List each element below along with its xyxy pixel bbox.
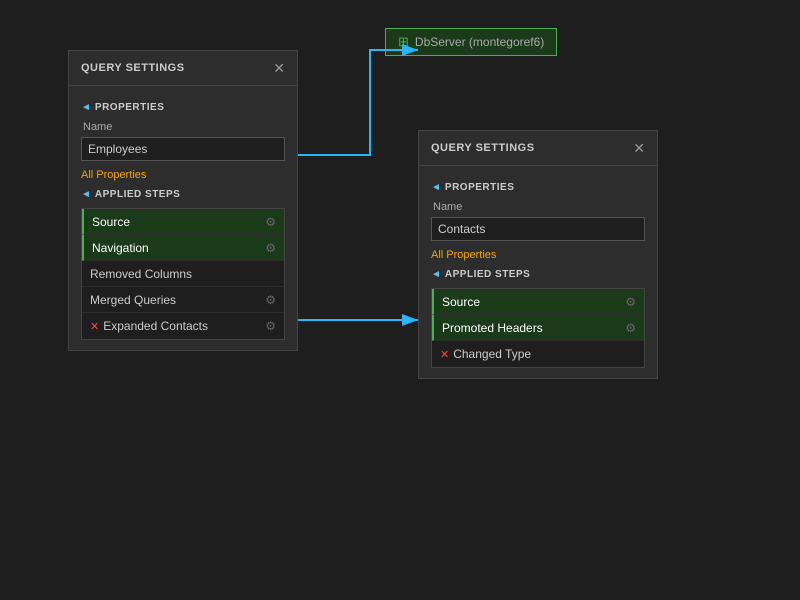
right-panel-header: QUERY SETTINGS ✕	[419, 131, 657, 166]
right-steps-section: ◄ APPLIED STEPS Source ⚙ Promoted Header…	[431, 269, 645, 368]
left-steps-triangle: ◄	[81, 189, 91, 200]
left-step-navigation-gear[interactable]: ⚙	[265, 241, 276, 255]
left-panel-header: QUERY SETTINGS ✕	[69, 51, 297, 86]
left-steps-list: Source ⚙ Navigation ⚙ Removed Columns Me…	[81, 208, 285, 340]
right-step-source-label: Source	[442, 295, 480, 309]
right-step-promoted-headers[interactable]: Promoted Headers ⚙	[432, 315, 644, 341]
db-server-box: ⊞ DbServer (montegoref6)	[385, 28, 557, 56]
left-name-label: Name	[83, 121, 285, 133]
left-step-expanded-contacts-label: Expanded Contacts	[103, 319, 208, 333]
left-all-properties-link[interactable]: All Properties	[81, 169, 146, 181]
left-query-panel: QUERY SETTINGS ✕ ◄ PROPERTIES Name All P…	[68, 50, 298, 351]
right-close-button[interactable]: ✕	[633, 141, 645, 155]
db-server-label: DbServer (montegoref6)	[415, 35, 544, 49]
left-step-expanded-contacts[interactable]: ✕ Expanded Contacts ⚙	[82, 313, 284, 339]
left-step-expanded-contacts-error: ✕	[90, 320, 99, 333]
right-properties-title: PROPERTIES	[445, 182, 514, 193]
right-panel-title: QUERY SETTINGS	[431, 142, 535, 154]
right-properties-triangle: ◄	[431, 182, 441, 193]
left-step-merged-queries[interactable]: Merged Queries ⚙	[82, 287, 284, 313]
left-steps-header: ◄ APPLIED STEPS	[81, 189, 285, 200]
right-step-promoted-headers-gear[interactable]: ⚙	[625, 321, 636, 335]
left-step-navigation-label: Navigation	[92, 241, 149, 255]
left-name-input[interactable]	[81, 137, 285, 161]
left-step-navigation[interactable]: Navigation ⚙	[82, 235, 284, 261]
right-steps-header: ◄ APPLIED STEPS	[431, 269, 645, 280]
right-steps-triangle: ◄	[431, 269, 441, 280]
right-step-changed-type-error: ✕	[440, 348, 449, 361]
db-icon: ⊞	[398, 34, 409, 50]
right-name-input[interactable]	[431, 217, 645, 241]
right-step-promoted-headers-label: Promoted Headers	[442, 321, 543, 335]
right-step-changed-type-label: Changed Type	[453, 347, 531, 361]
left-step-removed-columns[interactable]: Removed Columns	[82, 261, 284, 287]
left-properties-title: PROPERTIES	[95, 102, 164, 113]
left-step-merged-queries-label: Merged Queries	[90, 293, 176, 307]
right-step-changed-type[interactable]: ✕ Changed Type	[432, 341, 644, 367]
left-step-source-gear[interactable]: ⚙	[265, 215, 276, 229]
left-close-button[interactable]: ✕	[273, 61, 285, 75]
right-query-panel: QUERY SETTINGS ✕ ◄ PROPERTIES Name All P…	[418, 130, 658, 379]
left-panel-title: QUERY SETTINGS	[81, 62, 185, 74]
right-name-label: Name	[433, 201, 645, 213]
left-steps-section: ◄ APPLIED STEPS Source ⚙ Navigation ⚙ Re…	[81, 189, 285, 340]
left-properties-triangle: ◄	[81, 102, 91, 113]
right-all-properties-link[interactable]: All Properties	[431, 249, 496, 261]
left-properties-header: ◄ PROPERTIES	[81, 102, 285, 113]
left-step-source[interactable]: Source ⚙	[82, 209, 284, 235]
right-panel-body: ◄ PROPERTIES Name All Properties ◄ APPLI…	[419, 166, 657, 378]
left-panel-body: ◄ PROPERTIES Name All Properties ◄ APPLI…	[69, 86, 297, 350]
left-step-source-label: Source	[92, 215, 130, 229]
left-step-expanded-contacts-gear[interactable]: ⚙	[265, 319, 276, 333]
right-step-source[interactable]: Source ⚙	[432, 289, 644, 315]
left-step-merged-queries-gear[interactable]: ⚙	[265, 293, 276, 307]
left-steps-title: APPLIED STEPS	[95, 189, 180, 200]
right-properties-header: ◄ PROPERTIES	[431, 182, 645, 193]
left-step-removed-columns-label: Removed Columns	[90, 267, 192, 281]
arrow-left-to-dbserver	[298, 50, 418, 155]
right-step-source-gear[interactable]: ⚙	[625, 295, 636, 309]
right-steps-list: Source ⚙ Promoted Headers ⚙ ✕ Changed Ty…	[431, 288, 645, 368]
right-steps-title: APPLIED STEPS	[445, 269, 530, 280]
